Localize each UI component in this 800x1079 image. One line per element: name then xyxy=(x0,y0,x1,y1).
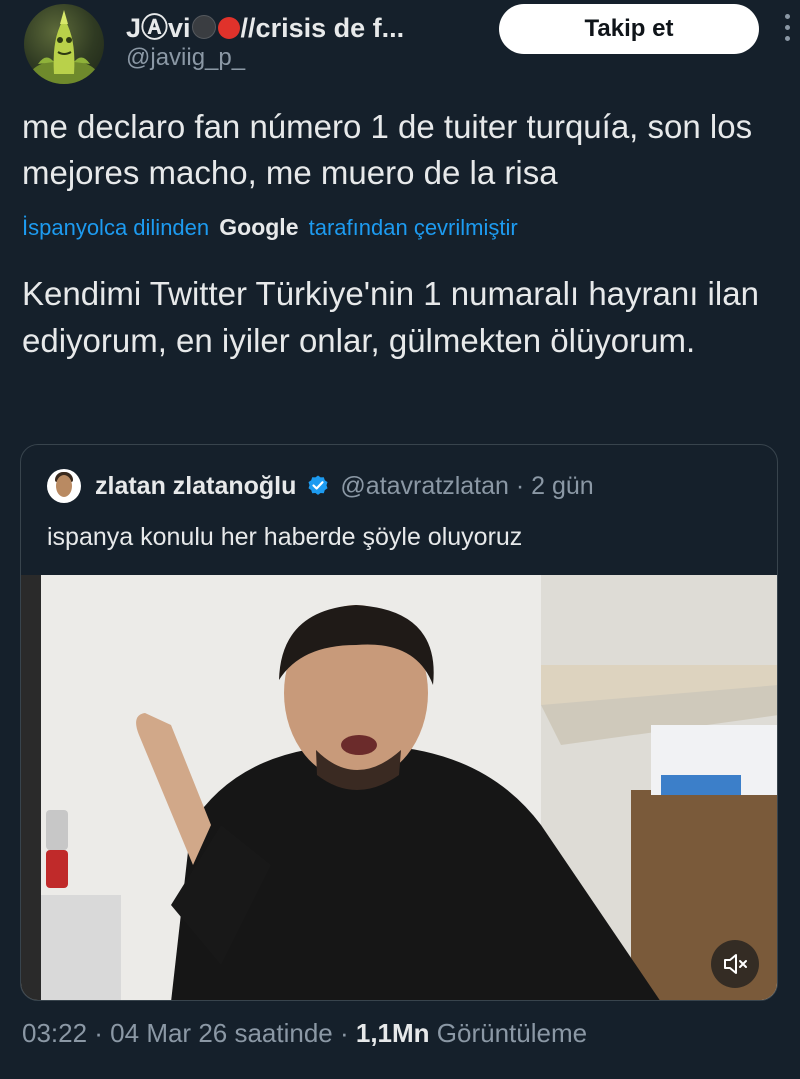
follow-button[interactable]: Takip et xyxy=(499,4,759,54)
author-display-name[interactable]: JⒶvi //crisis de f... xyxy=(126,6,404,45)
translation-prefix: İspanyolca dilinden xyxy=(22,215,210,240)
dark-circle-emoji xyxy=(191,15,216,39)
views-label: Görüntüleme xyxy=(436,1018,588,1048)
quoted-tweet-text: ispanya konulu her haberde şöyle oluyoru… xyxy=(47,523,523,551)
translation-suffix: tarafından çevrilmiştir xyxy=(308,215,518,240)
translation-notice[interactable]: İspanyolca dilinden Google tarafından çe… xyxy=(22,214,518,241)
verified-icon xyxy=(308,475,328,495)
quoted-tweet-card[interactable]: zlatan zlatanoğlu @atavratzlatan · 2 gün… xyxy=(20,444,778,1001)
author-handle[interactable]: @javiig_p_ xyxy=(126,44,245,72)
mute-icon xyxy=(724,954,747,974)
quoted-tweet-header: zlatan zlatanoğlu @atavratzlatan · 2 gün xyxy=(47,469,594,503)
more-icon[interactable] xyxy=(782,14,792,48)
video-frame xyxy=(21,575,777,1000)
tweet-meta: 03:22 · 04 Mar 26 saatinde · 1,1Mn Görün… xyxy=(22,1018,587,1049)
author-name-suffix: //crisis de f... xyxy=(240,13,405,43)
views-count: 1,1Mn xyxy=(355,1018,430,1048)
quoted-author-name[interactable]: zlatan zlatanoğlu xyxy=(95,472,296,501)
quoted-handle-time[interactable]: @atavratzlatan · 2 gün xyxy=(340,472,593,501)
red-circle-emoji xyxy=(217,17,240,39)
quoted-author-avatar[interactable] xyxy=(47,469,81,503)
tweet-timestamp[interactable]: 03:22 · 04 Mar 26 saatinde · xyxy=(22,1018,349,1048)
quoted-video[interactable] xyxy=(21,575,777,1000)
translated-text: Kendimi Twitter Türkiye'nin 1 numaralı h… xyxy=(22,275,759,359)
translation-provider: Google xyxy=(219,214,299,240)
author-avatar[interactable] xyxy=(24,4,104,84)
mute-button[interactable] xyxy=(711,940,759,988)
tweet-header: JⒶvi //crisis de f... @javiig_p_ Takip et xyxy=(0,0,800,90)
author-name-prefix: JⒶvi xyxy=(126,13,191,43)
tweet-text: me declaro fan número 1 de tuiter turquí… xyxy=(22,108,753,191)
